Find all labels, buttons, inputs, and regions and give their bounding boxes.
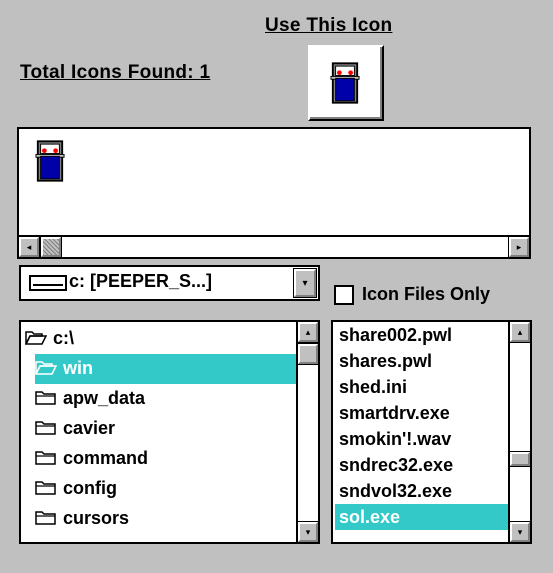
file-item-label: smokin'!.wav xyxy=(339,429,452,449)
directory-item[interactable]: win xyxy=(35,354,296,384)
scroll-thumb[interactable] xyxy=(297,343,318,365)
folder-open-icon xyxy=(35,360,57,375)
icon-files-only-label: Icon Files Only xyxy=(362,284,491,304)
selected-icon-preview-icon xyxy=(330,62,360,104)
up-arrow-icon: ▴ xyxy=(305,326,311,337)
file-item[interactable]: sol.exe xyxy=(335,504,508,530)
scroll-right-button[interactable]: ▸ xyxy=(508,236,530,258)
total-icons-found-label: Total Icons Found: 1 xyxy=(20,62,211,83)
file-item-label: share002.pwl xyxy=(339,325,453,345)
right-arrow-icon: ▸ xyxy=(516,241,522,252)
directory-item[interactable]: apw_data xyxy=(35,384,296,414)
directory-list[interactable]: c:\ win apw_datacavier command config cursors… xyxy=(19,320,320,544)
folder-icon xyxy=(35,420,57,435)
down-arrow-icon: ▾ xyxy=(305,526,311,537)
directory-item[interactable]: config xyxy=(35,474,296,504)
directory-item-label: config xyxy=(63,478,117,498)
folder-icon xyxy=(35,390,57,405)
file-item[interactable]: share002.pwl xyxy=(335,322,508,348)
scroll-thumb[interactable] xyxy=(509,451,530,467)
icon-strip: ◂ ▸ xyxy=(17,127,531,259)
chevron-down-icon: ▾ xyxy=(302,277,308,289)
folder-icon xyxy=(35,510,57,525)
file-item[interactable]: shares.pwl xyxy=(335,348,508,374)
file-item-label: shed.ini xyxy=(339,377,408,397)
file-item-label: shares.pwl xyxy=(339,351,433,371)
file-item[interactable]: smokin'!.wav xyxy=(335,426,508,452)
file-list[interactable]: share002.pwl shares.pwl shed.ini smartdrv.e… xyxy=(331,320,532,544)
scroll-down-button[interactable]: ▾ xyxy=(297,521,318,542)
directory-item-label: command xyxy=(63,448,149,468)
scroll-left-button[interactable]: ◂ xyxy=(18,236,40,258)
file-item[interactable]: sndvol32.exe xyxy=(335,478,508,504)
file-scrollbar[interactable]: ▴ ▾ xyxy=(508,322,530,542)
file-item[interactable]: smartdrv.exe xyxy=(335,400,508,426)
scroll-up-button[interactable]: ▴ xyxy=(509,322,530,343)
file-item[interactable]: shed.ini xyxy=(335,374,508,400)
file-item-label: sol.exe xyxy=(339,507,401,527)
directory-scrollbar[interactable]: ▴ ▾ xyxy=(296,322,318,542)
drive-select[interactable]: c: [PEEPER_S...] ▾ xyxy=(19,265,320,301)
scroll-thumb[interactable] xyxy=(40,236,62,258)
up-arrow-icon: ▴ xyxy=(517,326,523,337)
drive-icon xyxy=(29,275,67,291)
folder-open-icon xyxy=(25,330,47,345)
folder-icon xyxy=(35,450,57,465)
drive-dropdown-button[interactable]: ▾ xyxy=(293,268,317,298)
directory-item[interactable]: c:\ xyxy=(25,324,296,354)
use-this-icon-button[interactable] xyxy=(308,45,384,121)
directory-item-label: c:\ xyxy=(53,328,75,348)
directory-item-label: cavier xyxy=(63,418,116,438)
scroll-down-button[interactable]: ▾ xyxy=(509,521,530,542)
directory-item[interactable]: command xyxy=(35,444,296,474)
down-arrow-icon: ▾ xyxy=(517,526,523,537)
directory-item-label: apw_data xyxy=(63,388,146,408)
found-icon-item-icon[interactable] xyxy=(35,139,65,183)
file-item-label: smartdrv.exe xyxy=(339,403,450,423)
file-item[interactable]: sndrec32.exe xyxy=(335,452,508,478)
drive-select-value: c: [PEEPER_S...] xyxy=(69,271,213,291)
directory-item[interactable]: cavier xyxy=(35,414,296,444)
left-arrow-icon: ◂ xyxy=(26,241,32,252)
icon-strip-scrollbar[interactable]: ◂ ▸ xyxy=(18,235,530,258)
directory-item-label: cursors xyxy=(63,508,130,528)
checkbox-box[interactable] xyxy=(334,285,354,305)
file-item-label: sndvol32.exe xyxy=(339,481,453,501)
directory-item[interactable]: cursors xyxy=(35,504,296,534)
folder-icon xyxy=(35,480,57,495)
file-item-label: sndrec32.exe xyxy=(339,455,454,475)
scroll-up-button[interactable]: ▴ xyxy=(297,322,318,343)
directory-item-label: win xyxy=(63,358,93,378)
use-this-icon-label: Use This Icon xyxy=(265,15,393,36)
